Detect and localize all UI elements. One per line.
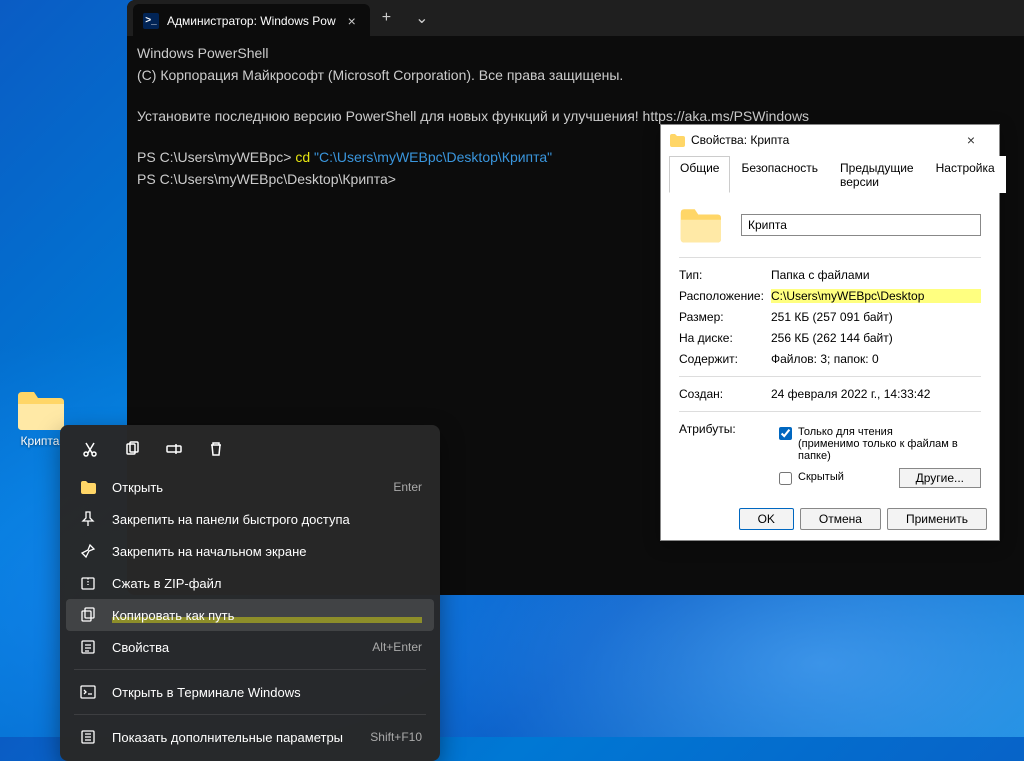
menu-item-label: Копировать как путь xyxy=(112,608,422,623)
zip-icon xyxy=(78,575,98,591)
folder-icon xyxy=(669,133,685,147)
copypath-icon xyxy=(78,607,98,623)
terminal-arg: "C:\Users\myWEBpc\Desktop\Крипта" xyxy=(310,149,552,165)
properties-tabs: Общие Безопасность Предыдущие версии Нас… xyxy=(669,155,991,193)
cut-button[interactable] xyxy=(72,433,108,465)
terminal-titlebar: >_ Администратор: Windows Pow × + ⌄ xyxy=(127,0,1024,36)
props-icon xyxy=(78,639,98,655)
tab-previous-versions[interactable]: Предыдущие версии xyxy=(829,156,925,193)
terminal-line: Установите последнюю версию PowerShell д… xyxy=(137,108,809,124)
folder-icon xyxy=(78,480,98,494)
label-type: Тип: xyxy=(679,268,771,282)
value-type: Папка с файлами xyxy=(771,268,981,282)
terminal-prompt: PS C:\Users\myWEBpc> xyxy=(137,149,295,165)
menu-item-folder[interactable]: ОткрытьEnter xyxy=(66,471,434,503)
copy-button[interactable] xyxy=(114,433,150,465)
terminal-tab[interactable]: >_ Администратор: Windows Pow × xyxy=(133,4,370,37)
checkbox-hidden[interactable]: Скрытый xyxy=(779,471,844,485)
tab-general[interactable]: Общие xyxy=(669,156,730,193)
context-menu-toprow xyxy=(66,433,434,471)
menu-item-shortcut: Alt+Enter xyxy=(372,640,422,654)
terminal-icon xyxy=(78,684,98,700)
folder-icon xyxy=(16,390,64,430)
menu-item-copypath[interactable]: Копировать как путь xyxy=(66,599,434,631)
value-contains: Файлов: 3; папок: 0 xyxy=(771,352,981,366)
menu-item-pin[interactable]: Закрепить на панели быстрого доступа xyxy=(66,503,434,535)
pin2-icon xyxy=(78,543,98,559)
menu-item-label: Закрепить на начальном экране xyxy=(112,544,422,559)
menu-item-more[interactable]: Показать дополнительные параметрыShift+F… xyxy=(66,721,434,753)
menu-item-props[interactable]: СвойстваAlt+Enter xyxy=(66,631,434,663)
tab-dropdown-icon[interactable]: ⌄ xyxy=(403,8,440,28)
apply-button[interactable]: Применить xyxy=(887,508,987,530)
tab-close-icon[interactable]: × xyxy=(344,13,360,29)
terminal-tab-title: Администратор: Windows Pow xyxy=(167,14,336,28)
terminal-line: Windows PowerShell xyxy=(137,45,269,61)
label-created: Создан: xyxy=(679,387,771,401)
value-location: C:\Users\myWEBpc\Desktop xyxy=(771,289,981,303)
rename-icon xyxy=(166,441,182,457)
terminal-line: (C) Корпорация Майкрософт (Microsoft Cor… xyxy=(137,67,623,83)
menu-item-label: Сжать в ZIP-файл xyxy=(112,576,422,591)
folder-icon xyxy=(679,207,721,243)
value-sizeondisk: 256 КБ (262 144 байт) xyxy=(771,331,981,345)
menu-item-pin2[interactable]: Закрепить на начальном экране xyxy=(66,535,434,567)
menu-separator xyxy=(74,669,426,670)
label-sizeondisk: На диске: xyxy=(679,331,771,345)
pin-icon xyxy=(78,511,98,527)
context-menu: ОткрытьEnter Закрепить на панели быстрого… xyxy=(60,425,440,761)
label-location: Расположение: xyxy=(679,289,771,303)
terminal-cmd: cd xyxy=(295,149,310,165)
menu-item-label: Закрепить на панели быстрого доступа xyxy=(112,512,422,527)
menu-item-label: Свойства xyxy=(112,640,372,655)
label-attributes: Атрибуты: xyxy=(679,422,771,488)
cut-icon xyxy=(82,441,98,457)
properties-body: Тип:Папка с файлами Расположение:C:\User… xyxy=(661,193,999,498)
label-contains: Содержит: xyxy=(679,352,771,366)
value-created: 24 февраля 2022 г., 14:33:42 xyxy=(771,387,981,401)
tab-customize[interactable]: Настройка xyxy=(925,156,1006,193)
powershell-icon: >_ xyxy=(143,13,159,29)
cancel-button[interactable]: Отмена xyxy=(800,508,881,530)
menu-item-shortcut: Shift+F10 xyxy=(370,730,422,744)
rename-button[interactable] xyxy=(156,433,192,465)
other-attributes-button[interactable]: Другие... xyxy=(899,468,981,488)
properties-title: Свойства: Крипта xyxy=(691,133,951,147)
copy-icon xyxy=(124,441,140,457)
properties-dialog: Свойства: Крипта × Общие Безопасность Пр… xyxy=(660,124,1000,541)
label-size: Размер: xyxy=(679,310,771,324)
menu-item-terminal[interactable]: Открыть в Терминале Windows xyxy=(66,676,434,708)
properties-titlebar: Свойства: Крипта × xyxy=(661,125,999,155)
folder-name-input[interactable] xyxy=(741,214,981,236)
menu-separator xyxy=(74,714,426,715)
menu-item-label: Открыть в Терминале Windows xyxy=(112,685,422,700)
terminal-prompt: PS C:\Users\myWEBpc\Desktop\Крипта> xyxy=(137,171,396,187)
menu-item-label: Открыть xyxy=(112,480,393,495)
properties-footer: OK Отмена Применить xyxy=(661,498,999,540)
menu-item-shortcut: Enter xyxy=(393,480,422,494)
menu-item-label: Показать дополнительные параметры xyxy=(112,730,370,745)
ok-button[interactable]: OK xyxy=(739,508,794,530)
new-tab-button[interactable]: + xyxy=(370,9,403,27)
more-icon xyxy=(78,729,98,745)
tab-security[interactable]: Безопасность xyxy=(730,156,829,193)
value-size: 251 КБ (257 091 байт) xyxy=(771,310,981,324)
checkbox-readonly[interactable]: Только для чтения(применимо только к фай… xyxy=(779,426,981,462)
close-icon[interactable]: × xyxy=(951,132,991,148)
menu-item-zip[interactable]: Сжать в ZIP-файл xyxy=(66,567,434,599)
delete-button[interactable] xyxy=(198,433,234,465)
trash-icon xyxy=(208,441,224,457)
